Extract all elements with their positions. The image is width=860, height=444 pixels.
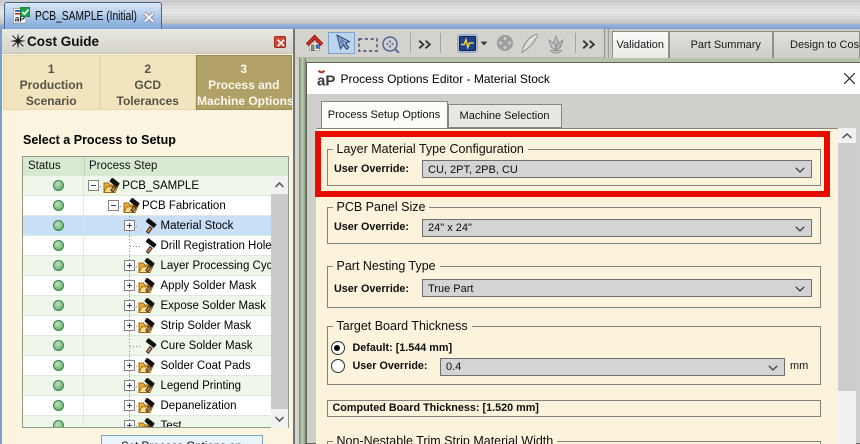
svg-text:aP: aP [317, 73, 335, 89]
